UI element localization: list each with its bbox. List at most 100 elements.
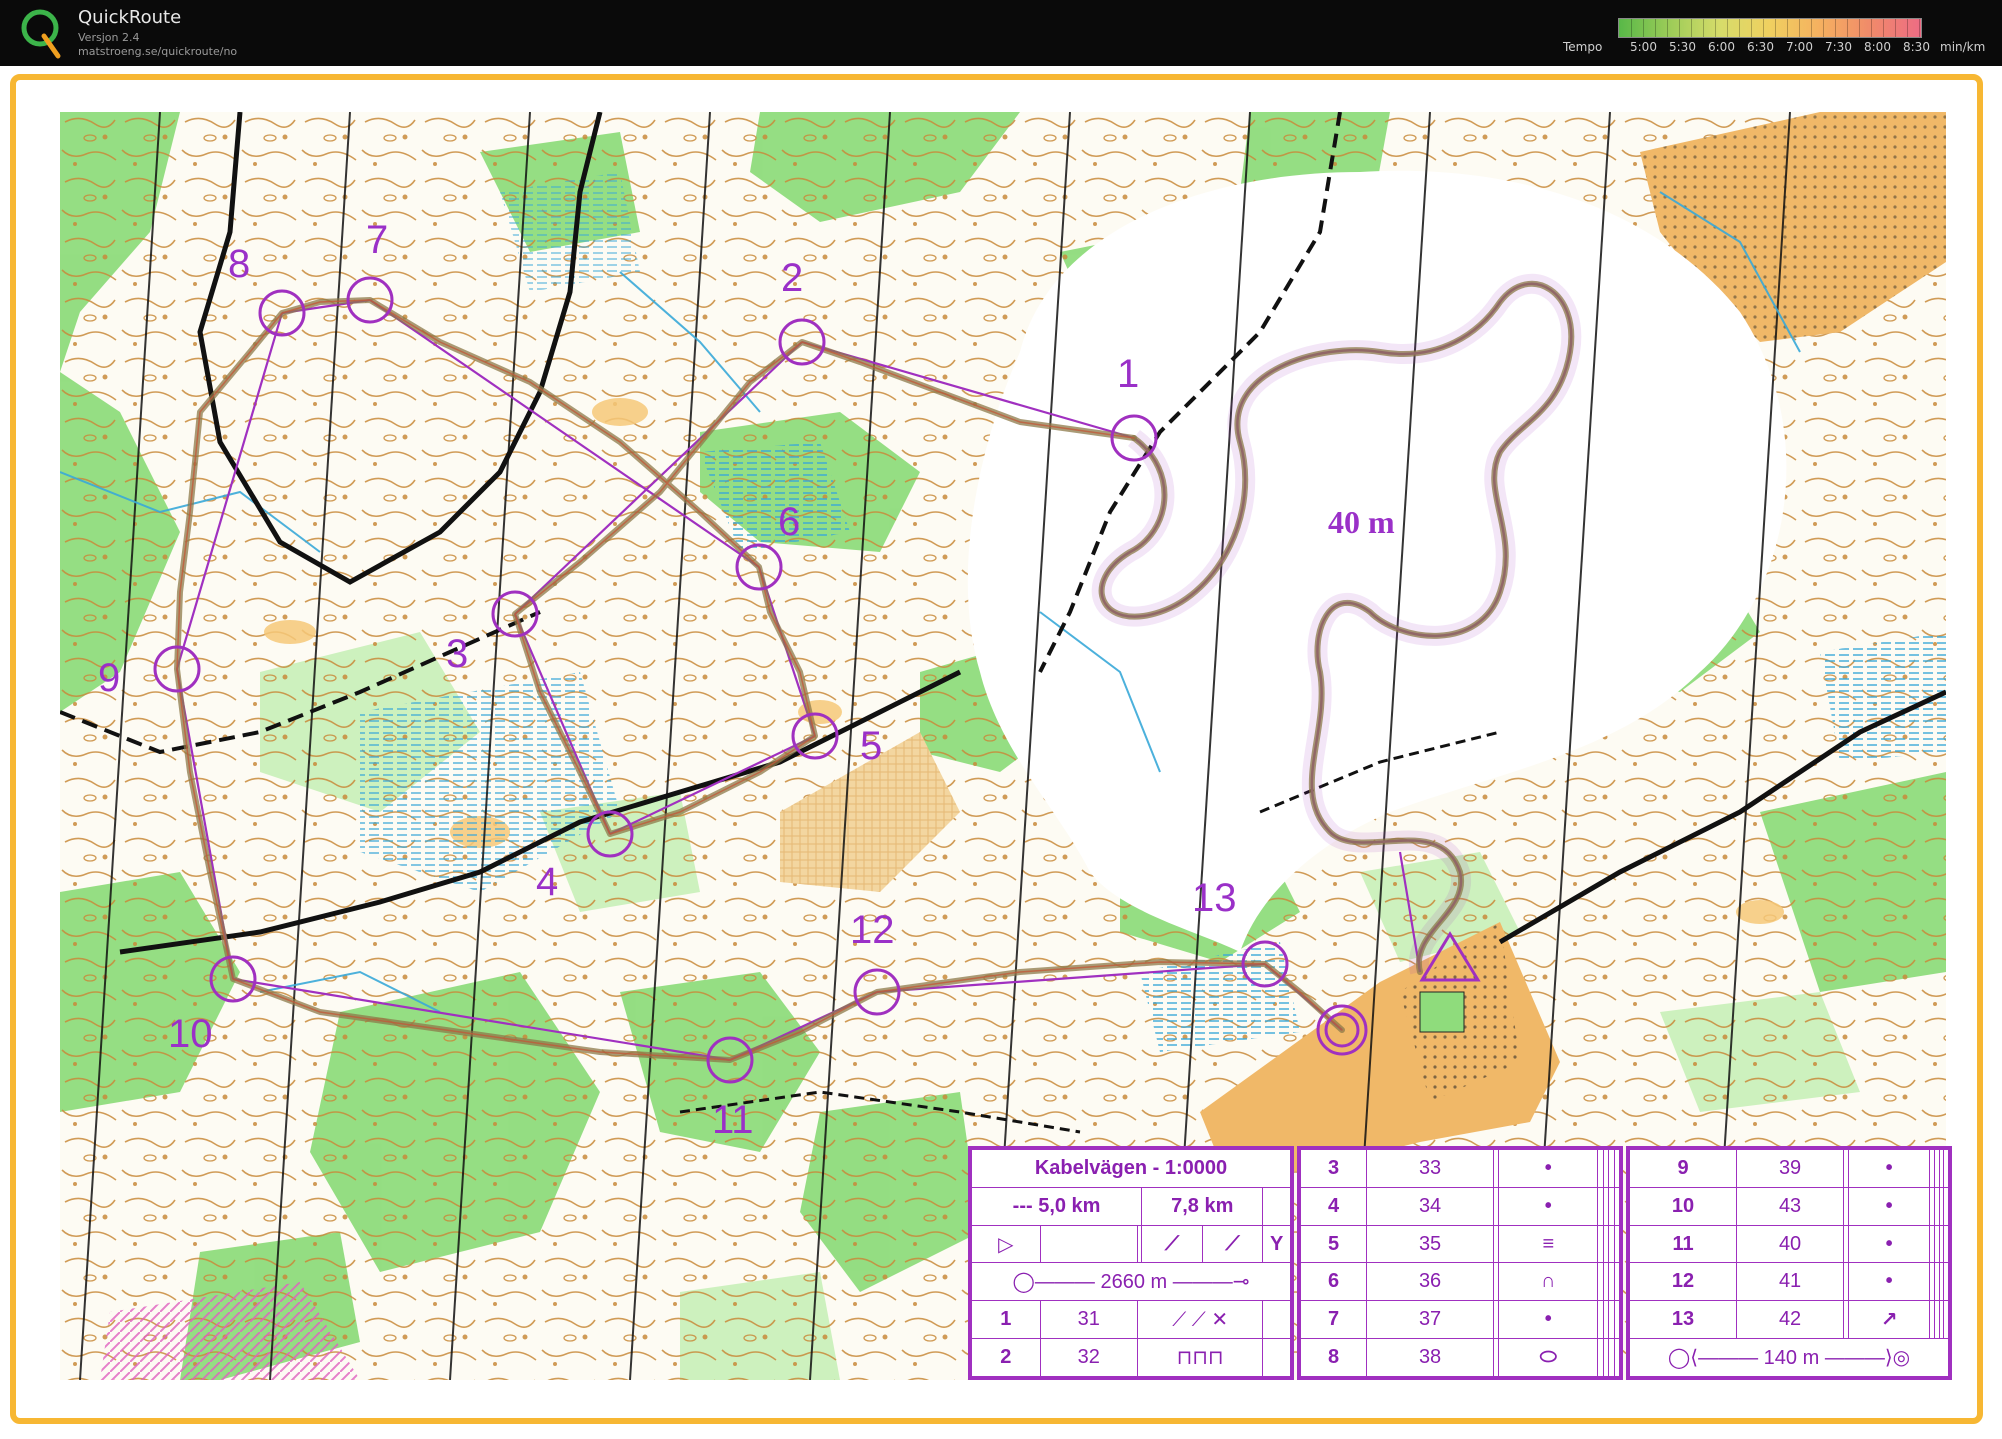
control-description-row: 3 33 • <box>1299 1149 1620 1188</box>
tempo-tick: 7:00 <box>1786 40 1813 54</box>
control-label-10: 10 <box>168 1012 213 1056</box>
control-label-3: 3 <box>446 632 469 676</box>
control-number: 9 <box>1628 1149 1738 1188</box>
control-code: 39 <box>1736 1149 1845 1188</box>
control-label-9: 9 <box>98 656 121 700</box>
tempo-unit: min/km <box>1940 40 1986 54</box>
course-title: Kabelvägen - 1:0000 <box>971 1149 1291 1188</box>
app-title: QuickRoute <box>78 7 182 28</box>
path-crossing-symbol-icon: ⟋ <box>1201 1224 1264 1264</box>
title-bar: QuickRoute Versjon 2.4 matstroeng.se/qui… <box>0 0 2002 66</box>
control-number: 2 <box>971 1338 1041 1377</box>
control-description-row: 12 41 • <box>1628 1262 1949 1302</box>
control-symbol: • <box>1498 1149 1599 1188</box>
path-symbol-icon: ⟋ <box>1141 1224 1203 1264</box>
control-code: 36 <box>1366 1262 1494 1302</box>
control-number: 6 <box>1299 1262 1368 1302</box>
control-label-12: 12 <box>850 908 895 952</box>
control-label-7: 7 <box>366 218 389 262</box>
control-label-6: 6 <box>778 500 801 544</box>
tempo-tick: 5:30 <box>1669 40 1696 54</box>
finish-circle-icon: ———⟩◎ <box>1824 1347 1911 1370</box>
control-number: 13 <box>1628 1300 1738 1340</box>
start-leg-arrow-icon: ———⊸ <box>1172 1271 1250 1294</box>
start-leg-row: ◯——— 2660 m ———⊸ <box>971 1262 1291 1302</box>
empty-cell <box>1613 1300 1620 1340</box>
control-description-row: 7 37 • <box>1299 1300 1620 1340</box>
tempo-tick: 8:30 <box>1903 40 1930 54</box>
control-number: 8 <box>1299 1338 1368 1377</box>
control-description-row: 4 34 • <box>1299 1186 1620 1226</box>
control-label-5: 5 <box>860 724 883 768</box>
tempo-tick: 5:00 <box>1630 40 1657 54</box>
empty-cell <box>1613 1338 1620 1377</box>
control-symbol: ⟋ ⟋ ✕ <box>1136 1300 1264 1340</box>
course-distance-a: --- 5,0 km <box>970 1186 1143 1226</box>
control-symbol: • <box>1498 1186 1599 1226</box>
control-code: 40 <box>1736 1224 1845 1264</box>
control-description-row: 5 35 ≡ <box>1299 1224 1620 1264</box>
control-symbol: • <box>1847 1262 1931 1302</box>
control-code: 41 <box>1736 1262 1845 1302</box>
control-symbol: ⊓⊓⊓ <box>1136 1338 1264 1377</box>
control-description-column-b: 3 33 • 4 34 • 5 35 ≡ 6 36 ∩ 7 37 • 8 38 ⬭ <box>1297 1146 1623 1380</box>
control-label-2: 2 <box>781 256 804 300</box>
empty-cell <box>1943 1224 1949 1264</box>
control-description-row: 11 40 • <box>1628 1224 1949 1264</box>
empty-cell <box>1613 1186 1620 1226</box>
start-leg-distance: 2660 m <box>1100 1271 1168 1294</box>
start-leg-circle-icon: ◯——— <box>1012 1271 1095 1294</box>
finish-leg-start-icon: ◯⟨——— <box>1667 1347 1759 1370</box>
control-symbol: ≡ <box>1498 1224 1599 1264</box>
control-description-row: 10 43 • <box>1628 1186 1949 1226</box>
control-symbol: • <box>1847 1186 1931 1226</box>
junction-symbol-icon: Y <box>1262 1224 1291 1264</box>
control-number: 12 <box>1628 1262 1738 1302</box>
control-code: 32 <box>1039 1338 1138 1377</box>
course-distance-b: 7,8 km <box>1141 1186 1264 1226</box>
tempo-label: Tempo <box>1563 40 1603 54</box>
control-symbol: • <box>1847 1224 1931 1264</box>
empty-cell <box>1943 1149 1949 1188</box>
control-code: 37 <box>1366 1300 1494 1340</box>
tempo-tick: 6:00 <box>1708 40 1735 54</box>
app-version: Versjon 2.4 <box>78 31 140 44</box>
empty-cell <box>1613 1224 1620 1264</box>
control-description-row: 6 36 ∩ <box>1299 1262 1620 1302</box>
control-number: 1 <box>971 1300 1041 1340</box>
control-description-column-c: 9 39 • 10 43 • 11 40 • 12 41 • 13 42 ↗ ◯⟨——— 140 m ———⟩… <box>1626 1146 1952 1380</box>
tempo-scale-ticks: 5:00 5:30 6:00 6:30 7:00 7:30 8:00 8:30 <box>1630 40 1930 54</box>
finish-leg-row: ◯⟨——— 140 m ———⟩◎ <box>1629 1338 1949 1377</box>
empty-cell <box>1262 1186 1291 1226</box>
control-description-row: 9 39 • <box>1628 1149 1949 1188</box>
control-label-11: 11 <box>712 1098 754 1142</box>
control-label-13: 13 <box>1192 876 1237 920</box>
control-label-8: 8 <box>228 242 251 286</box>
lake-height-label: 40 m <box>1328 504 1395 540</box>
control-description-column-a: Kabelvägen - 1:0000 --- 5,0 km 7,8 km ▷ … <box>968 1146 1294 1380</box>
tempo-tick: 6:30 <box>1747 40 1774 54</box>
empty-cell <box>1613 1149 1620 1188</box>
finish-leg-distance: 140 m <box>1763 1347 1820 1370</box>
control-label-4: 4 <box>536 860 559 904</box>
control-code: 31 <box>1039 1300 1138 1340</box>
control-code: 38 <box>1366 1338 1494 1377</box>
control-number: 7 <box>1299 1300 1368 1340</box>
control-number: 3 <box>1299 1149 1368 1188</box>
quickroute-logo-icon <box>21 9 61 59</box>
app-url: matstroeng.se/quickroute/no <box>78 45 238 58</box>
control-number: 10 <box>1628 1186 1738 1226</box>
control-number: 11 <box>1628 1224 1738 1264</box>
tempo-tick: 7:30 <box>1825 40 1852 54</box>
empty-cell <box>1613 1262 1620 1302</box>
empty-cell <box>1943 1300 1949 1340</box>
control-code: 34 <box>1366 1186 1494 1226</box>
control-description-row: 13 42 ↗ <box>1628 1300 1949 1340</box>
tempo-color-scale <box>1618 18 1922 38</box>
control-label-1: 1 <box>1117 352 1140 396</box>
control-code: 35 <box>1366 1224 1494 1264</box>
app-version-info: Versjon 2.4 matstroeng.se/quickroute/no <box>78 31 237 59</box>
control-code: 43 <box>1736 1186 1845 1226</box>
tempo-tick: 8:00 <box>1864 40 1891 54</box>
control-symbol: • <box>1847 1149 1931 1188</box>
